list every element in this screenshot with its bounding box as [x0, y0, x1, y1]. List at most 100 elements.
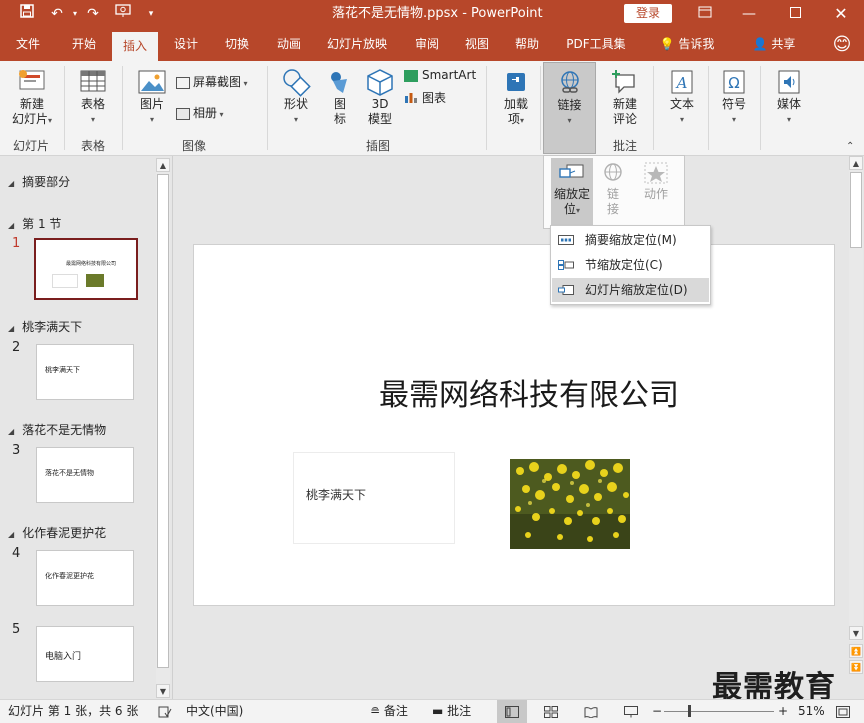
scroll-up-icon[interactable]: ▲	[156, 158, 170, 172]
close-icon[interactable]: ✕	[818, 0, 864, 28]
tab-design[interactable]: 设计	[164, 28, 208, 61]
shapes-label: 形状	[283, 97, 308, 111]
zoom-slider-track[interactable]	[664, 711, 774, 712]
notes-label: 备注	[383, 704, 408, 718]
hyperlink-button[interactable]: 链 接	[598, 158, 628, 226]
section-header-summary[interactable]: ◢ 摘要部分	[8, 173, 70, 190]
smiley-feedback-icon[interactable]: 😊	[828, 28, 856, 61]
normal-view-icon	[505, 705, 519, 718]
tab-transitions[interactable]: 切换	[214, 28, 260, 61]
3d-models-label-2: 模型	[367, 112, 392, 126]
text-button[interactable]: A 文本 ▾	[662, 67, 702, 127]
zoom-in-icon[interactable]: +	[778, 700, 788, 723]
scrollbar-thumb[interactable]	[157, 174, 169, 668]
slideshow-from-start-icon[interactable]	[112, 4, 134, 24]
svg-text:Ω: Ω	[728, 74, 739, 92]
save-icon[interactable]	[16, 4, 38, 24]
notes-button[interactable]: ≘ 备注	[370, 700, 408, 723]
3d-models-button[interactable]: 3D 模型	[360, 67, 400, 127]
icons-button[interactable]: 图 标	[322, 67, 358, 127]
tab-animations[interactable]: 动画	[266, 28, 312, 61]
new-slide-button[interactable]: 新建 幻灯片▾	[4, 67, 60, 128]
slide-thumbnail-2[interactable]: 桃李满天下	[36, 344, 134, 400]
link-button[interactable]: 链接 ▾	[543, 62, 596, 154]
normal-view-button[interactable]	[497, 700, 527, 723]
scroll-down-icon[interactable]: ▼	[156, 684, 170, 698]
hyperlink-label-2: 接	[606, 202, 619, 216]
tab-review[interactable]: 审阅	[404, 28, 450, 61]
ribbon-display-options-icon[interactable]	[682, 0, 728, 28]
section-header-3[interactable]: ◢ 落花不是无情物	[8, 421, 106, 438]
new-slide-label-1: 新建	[19, 97, 44, 111]
shapes-button[interactable]: 形状 ▾	[276, 67, 316, 127]
collapse-triangle-icon: ◢	[8, 324, 15, 333]
login-button[interactable]: 登录	[624, 4, 672, 23]
slide-thumbnail-5[interactable]: 电脑入门	[36, 626, 134, 682]
section-header-1[interactable]: ◢ 第 1 节	[8, 215, 61, 232]
collapse-ribbon-icon[interactable]: ⌃	[846, 141, 854, 152]
maximize-icon[interactable]	[772, 0, 818, 28]
next-slide-icon[interactable]: ⏬	[849, 660, 863, 674]
section-zoom-menu-item[interactable]: 节缩放定位(C)	[552, 253, 709, 277]
symbol-label: 符号	[721, 97, 746, 111]
action-label: 动作	[643, 187, 668, 201]
customize-toolbar-icon[interactable]: ▾	[140, 4, 162, 24]
table-button[interactable]: 表格 ▾	[70, 67, 116, 127]
slide-thumbnail-4[interactable]: 化作春泥更护花	[36, 550, 134, 606]
slideshow-view-button[interactable]	[624, 700, 638, 723]
previous-slide-icon[interactable]: ⏫	[849, 644, 863, 658]
symbol-button[interactable]: Ω 符号 ▾	[714, 67, 754, 127]
picture-button[interactable]: 图片 ▾	[130, 67, 174, 127]
slide-title[interactable]: 最需网络科技有限公司	[379, 370, 679, 414]
chevron-down-icon: ▾	[217, 110, 224, 119]
addins-button[interactable]: 加载 项▾	[496, 67, 536, 128]
spellcheck-icon[interactable]	[158, 700, 172, 723]
action-button[interactable]: 动作	[636, 158, 676, 226]
link-label: 链接	[557, 98, 582, 112]
language-status[interactable]: 中文(中国)	[186, 700, 243, 723]
section-header-2[interactable]: ◢ 桃李满天下	[8, 318, 82, 335]
scroll-down-icon[interactable]: ▼	[849, 626, 863, 640]
tab-home[interactable]: 开始	[60, 28, 108, 61]
tab-view[interactable]: 视图	[454, 28, 500, 61]
photo-album-button[interactable]: 相册 ▾	[176, 104, 246, 122]
new-comment-button[interactable]: 新建 评论	[602, 67, 648, 127]
tell-me-search[interactable]: 💡 告诉我	[650, 28, 724, 61]
media-button[interactable]: 媒体 ▾	[768, 67, 810, 127]
reading-view-button[interactable]	[584, 700, 598, 723]
tab-file[interactable]: 文件	[6, 28, 50, 61]
tab-help[interactable]: 帮助	[504, 28, 550, 61]
shapes-icon	[283, 69, 311, 97]
minimize-icon[interactable]: —	[726, 0, 772, 28]
slide-thumbnail-1[interactable]: 最需网络科技有限公司	[34, 238, 138, 300]
tab-insert[interactable]: 插入	[112, 32, 158, 61]
zoom-out-icon[interactable]: −	[652, 700, 662, 723]
scrollbar-thumb[interactable]	[850, 172, 862, 248]
slide-scrollbar[interactable]: ▲ ▼	[849, 156, 863, 641]
slide-zoom-menu-item[interactable]: 幻灯片缩放定位(D)	[552, 278, 709, 302]
comments-button[interactable]: ▬ 批注	[432, 700, 471, 723]
screenshot-button[interactable]: 屏幕截图 ▾	[176, 73, 260, 91]
rapeseed-flower-image[interactable]	[510, 459, 630, 549]
smartart-button[interactable]: SmartArt	[404, 66, 480, 84]
tab-pdf-tools[interactable]: PDF工具集	[560, 28, 632, 61]
slide-zoom-box[interactable]: 桃李满天下	[293, 452, 455, 544]
slide-canvas[interactable]: 最需网络科技有限公司 桃李满天下	[193, 244, 835, 606]
slide-thumbnail-3[interactable]: 落花不是无情物	[36, 447, 134, 503]
menu-item-label: 节缩放定位(C)	[585, 258, 663, 272]
thumbnail-scrollbar[interactable]: ▲ ▼	[156, 158, 170, 698]
fit-slide-icon[interactable]	[836, 700, 850, 723]
chart-button[interactable]: 图表	[404, 89, 464, 107]
redo-icon[interactable]: ↷	[82, 4, 104, 24]
zoom-level[interactable]: 51%	[798, 700, 825, 723]
scroll-up-icon[interactable]: ▲	[849, 156, 863, 170]
slide-sorter-view-button[interactable]	[544, 700, 558, 723]
summary-zoom-menu-item[interactable]: 摘要缩放定位(M)	[552, 228, 709, 252]
tab-slideshow[interactable]: 幻灯片放映	[320, 28, 394, 61]
share-button[interactable]: 👤 共享	[748, 28, 800, 61]
zoom-button[interactable]: 缩放定 位▾	[551, 158, 593, 226]
status-bar: 幻灯片 第 1 张，共 6 张 中文(中国) ≘ 备注 ▬ 批注 − + 51%	[0, 699, 864, 723]
zoom-slider-thumb[interactable]	[688, 705, 692, 717]
collapse-triangle-icon: ◢	[8, 530, 15, 539]
section-header-4[interactable]: ◢ 化作春泥更护花	[8, 524, 106, 541]
